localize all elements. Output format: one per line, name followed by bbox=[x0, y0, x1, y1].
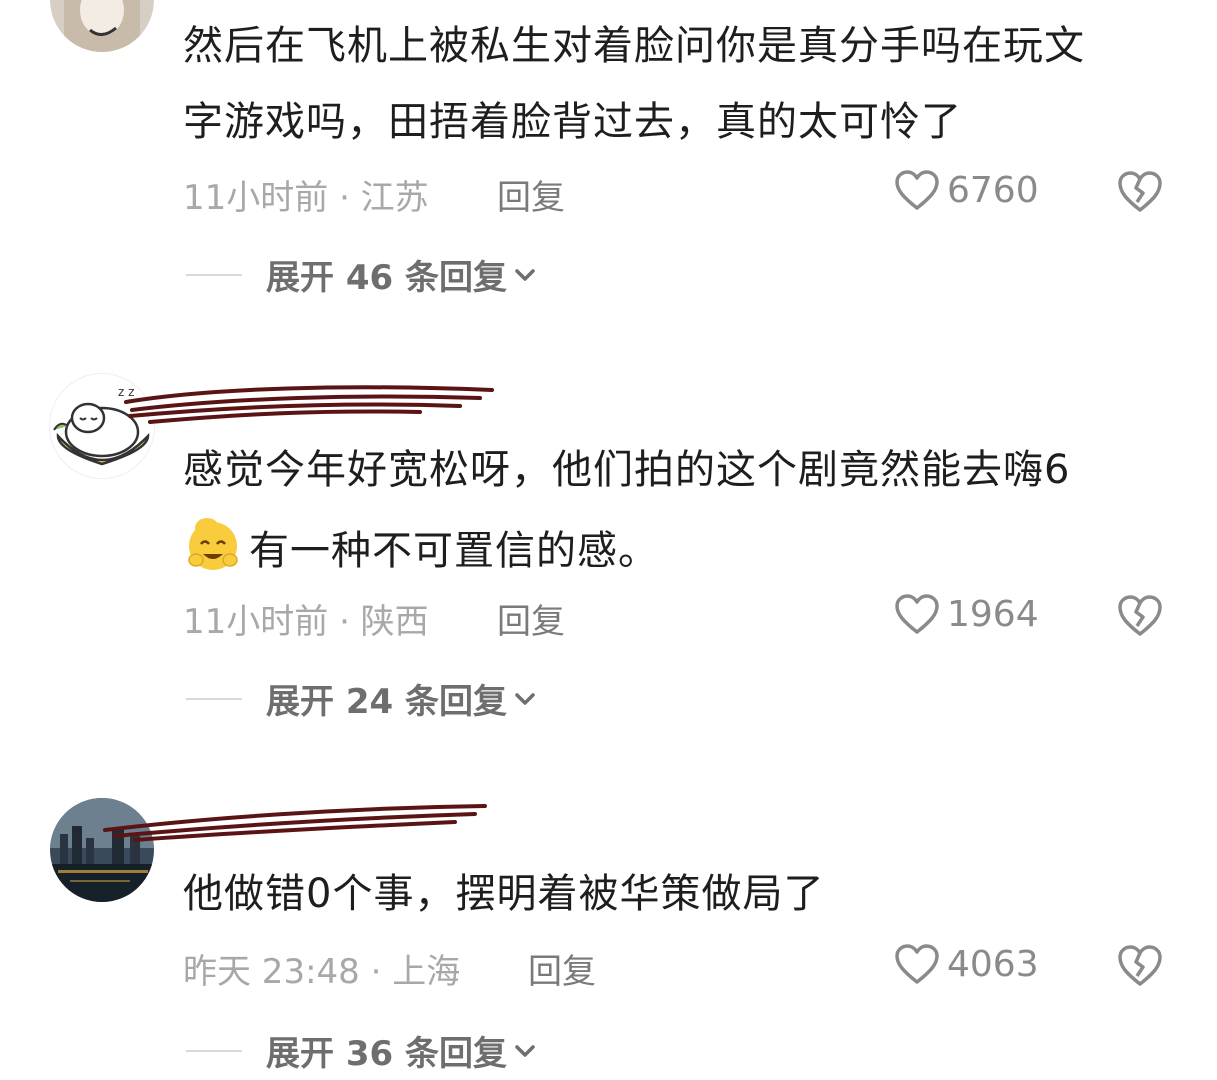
broken-heart-icon[interactable] bbox=[1115, 942, 1165, 988]
broken-heart-icon[interactable] bbox=[1115, 592, 1165, 638]
heart-outline-icon bbox=[895, 170, 939, 210]
redaction-scribble bbox=[124, 385, 494, 424]
like-count: 1964 bbox=[947, 593, 1039, 635]
redaction-scribble bbox=[103, 804, 487, 842]
comment-text: 有一种不可置信的感。 bbox=[249, 528, 659, 574]
comment-text: 然后在飞机上被私生对着脸问你是真分手吗在玩文 bbox=[183, 23, 1085, 69]
comment-meta: 11小时前 · 江苏 bbox=[183, 178, 429, 218]
like-count: 4063 bbox=[947, 943, 1039, 985]
expand-replies-button[interactable]: 展开 36 条回复 bbox=[186, 1026, 537, 1075]
heart-outline-icon bbox=[895, 944, 939, 984]
like-button[interactable]: 1964 bbox=[893, 592, 1039, 636]
like-button[interactable]: 6760 bbox=[893, 168, 1039, 212]
heart-outline-icon bbox=[895, 594, 939, 634]
comment-text: 字游戏吗，田捂着脸背过去，真的太可怜了 bbox=[183, 99, 962, 145]
comment-meta: 昨天 23:48 · 上海 bbox=[183, 952, 461, 992]
expand-replies-button[interactable]: 展开 24 条回复 bbox=[186, 674, 537, 723]
broken-heart-icon[interactable] bbox=[1115, 168, 1165, 214]
smile-emoji-icon bbox=[188, 518, 238, 570]
comment-text: 他做错0个事，摆明着被华策做局了 bbox=[183, 871, 825, 917]
expand-replies-label: 展开 24 条回复 bbox=[266, 682, 507, 722]
chevron-down-icon bbox=[515, 268, 535, 281]
expand-replies-button[interactable]: 展开 46 条回复 bbox=[186, 250, 537, 299]
chevron-down-icon bbox=[515, 1044, 535, 1057]
expand-replies-label: 展开 36 条回复 bbox=[266, 1034, 507, 1074]
chevron-down-icon bbox=[515, 692, 535, 705]
comment-text: 感觉今年好宽松呀，他们拍的这个剧竟然能去嗨6 bbox=[183, 447, 1071, 493]
reply-button[interactable]: 回复 bbox=[497, 594, 565, 643]
like-button[interactable]: 4063 bbox=[893, 942, 1039, 986]
divider bbox=[186, 697, 242, 700]
comment-text-with-emoji: 有一种不可置信的感。 bbox=[183, 514, 659, 579]
reply-button[interactable]: 回复 bbox=[528, 944, 596, 993]
like-count: 6760 bbox=[947, 169, 1039, 211]
divider bbox=[186, 273, 242, 276]
reply-button[interactable]: 回复 bbox=[497, 170, 565, 219]
expand-replies-label: 展开 46 条回复 bbox=[266, 258, 507, 298]
comment-meta: 11小时前 · 陕西 bbox=[183, 602, 429, 642]
avatar[interactable] bbox=[50, 0, 154, 52]
divider bbox=[186, 1049, 242, 1052]
